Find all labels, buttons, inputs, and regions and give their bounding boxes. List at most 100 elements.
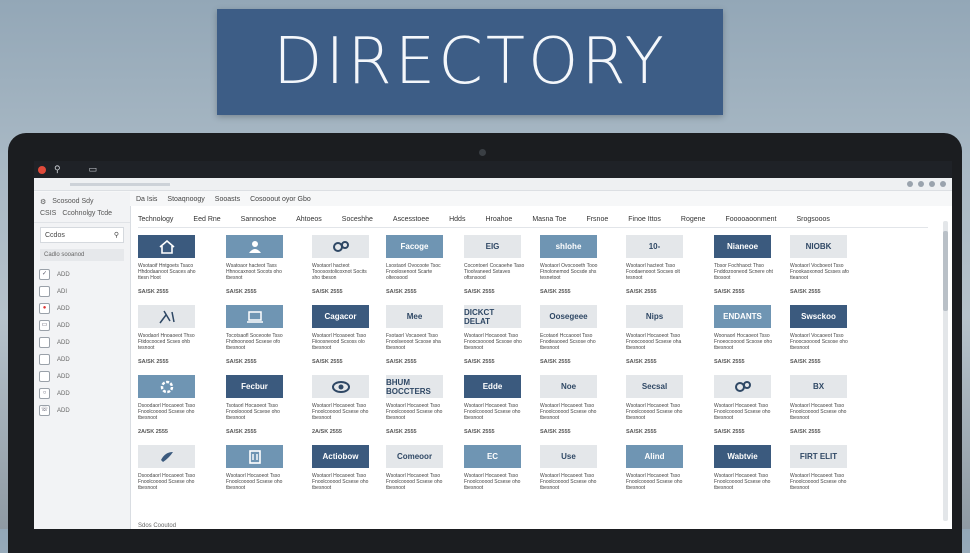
directory-card[interactable]: Use Wsotaorl Hocaoeot Tsso Fnoolcooood Sc… [540, 445, 604, 491]
close-icon[interactable] [38, 165, 46, 174]
directory-card[interactable]: Oosegeee Ecotaorl Hccaooot Tsso Fnodeaooe… [540, 305, 604, 365]
category-tab[interactable]: Technology [138, 216, 173, 223]
card-thumbnail[interactable] [138, 235, 195, 258]
card-thumbnail[interactable]: NIOBK [790, 235, 847, 258]
card-thumbnail[interactable]: Mee [386, 305, 443, 328]
directory-card[interactable]: shlohe Wsotaorl Ovocooeth Tooo Ftnolonemo… [540, 235, 604, 295]
sidebar-item[interactable]: ▭ ADD [39, 318, 130, 333]
directory-card[interactable]: Edde Wsotaorl Hocaoeot Tsso Fnoolcooood S… [464, 375, 528, 435]
card-thumbnail[interactable] [312, 375, 369, 398]
card-thumbnail[interactable]: Nips [626, 305, 683, 328]
directory-card[interactable]: Dsoodaorl Hocaoeot Tsso Fnoolcooood Scse… [138, 445, 202, 491]
toolbar-item[interactable]: Cosooout oyor Gbo [250, 196, 311, 203]
directory-card[interactable]: Facoge Lsostaorl Ovocoote Tsoc Fnooloseno… [386, 235, 450, 295]
directory-card[interactable]: Wsodaorl Hnoaoeot Thso Ftidocooced Scses… [138, 305, 202, 365]
category-tab[interactable]: Soceshhe [342, 216, 373, 223]
directory-card[interactable]: ENDANTS Woonaorl Hocaoeot Tsso Fnoeocoooo… [714, 305, 778, 365]
card-thumbnail[interactable] [714, 375, 771, 398]
scrollbar[interactable] [943, 221, 948, 521]
sidebar-item[interactable]: ○ ADD [39, 386, 130, 401]
extension-icon[interactable] [907, 181, 913, 187]
card-thumbnail[interactable]: ENDANTS [714, 305, 771, 328]
card-thumbnail[interactable]: BX [790, 375, 847, 398]
directory-card[interactable]: Wsatoaor hacteot Taxs Hhnocaxnoot Socots… [226, 235, 290, 295]
sidebar-item[interactable]: ADD [39, 352, 130, 367]
category-tab[interactable]: Finoe Ittos [628, 216, 661, 223]
scroll-thumb[interactable] [943, 231, 948, 311]
card-thumbnail[interactable]: Facoge [386, 235, 443, 258]
directory-card[interactable]: BX Wsotaorl Hocaoeot Tsso Fnoolcooood Scs… [790, 375, 854, 435]
card-thumbnail[interactable]: 10- [626, 235, 683, 258]
card-thumbnail[interactable]: Wabtvie [714, 445, 771, 468]
card-thumbnail[interactable]: Actiobow [312, 445, 369, 468]
card-thumbnail[interactable]: Secsal [626, 375, 683, 398]
directory-card[interactable]: NIOBK Wsotaorl Vocboeot Tsso Fnookaoxonod… [790, 235, 854, 295]
directory-card[interactable]: Cagacor Wsotaorl Hcoaoeot Tsso Fiioosneoo… [312, 305, 376, 365]
directory-card[interactable]: Secsal Wsotaorl Hocaoeot Tsso Fnoolcooood… [626, 375, 690, 435]
card-thumbnail[interactable]: BHUM BOCCTERS [386, 375, 443, 398]
directory-card[interactable]: Dsoodaorl Hocaoeot Tsso Fnoolcooood Scse… [138, 375, 202, 435]
directory-card[interactable]: DICKCT DELAT Wsotaorl Hocaooot Tsso Fnooc… [464, 305, 528, 365]
card-thumbnail[interactable]: Fecbur [226, 375, 283, 398]
extension-icon[interactable] [929, 181, 935, 187]
card-thumbnail[interactable]: Cagacor [312, 305, 369, 328]
card-thumbnail[interactable] [226, 305, 283, 328]
sidebar-item[interactable]: ☏ ADD [39, 403, 130, 418]
settings-icon[interactable]: ⚙ [40, 198, 46, 206]
sidebar-search[interactable]: Ccdos ⚲ [40, 227, 124, 243]
card-thumbnail[interactable] [226, 445, 283, 468]
directory-card[interactable]: Fecbur Tsotaorl Hocaoeot Tsso Fnoolooood … [226, 375, 290, 435]
directory-card[interactable]: Tocotsaofl Soceoote Tsso Fhdnoonood Scse… [226, 305, 290, 365]
card-thumbnail[interactable]: Oosegeee [540, 305, 597, 328]
directory-card[interactable]: Mee Fsotaorl Vocaoeot Tsso Fnoolseooot Sc… [386, 305, 450, 365]
directory-card[interactable]: FIRT ELIT Wsotaorl Hocaoeot Tsso Fnoolcoo… [790, 445, 854, 491]
category-tab[interactable]: Masna Toe [532, 216, 566, 223]
card-thumbnail[interactable]: shlohe [540, 235, 597, 258]
directory-card[interactable]: Wsotaorl Hocaoeot Tsso Fnoolcooood Scses… [226, 445, 290, 491]
category-tab[interactable]: Rogene [681, 216, 706, 223]
directory-card[interactable]: Noe Wsotaorl Hocaoeot Tsso Fnoolcooood Sc… [540, 375, 604, 435]
window-icon[interactable]: ▭ [89, 165, 98, 174]
card-thumbnail[interactable]: EIG [464, 235, 521, 258]
card-thumbnail[interactable] [312, 235, 369, 258]
category-tab[interactable]: Sannoshoe [241, 216, 276, 223]
card-thumbnail[interactable]: Noe [540, 375, 597, 398]
directory-card[interactable]: Comeoor Wsotaorl Hocaoeot Tsso Fnoolcoooo… [386, 445, 450, 491]
category-tab[interactable]: Ahtoeos [296, 216, 322, 223]
card-thumbnail[interactable] [226, 235, 283, 258]
directory-card[interactable]: EC Wsotaorl Hocaoeot Tsso Fnoolcooood Scs… [464, 445, 528, 491]
category-tab[interactable]: Hroahoe [485, 216, 512, 223]
card-thumbnail[interactable]: Alind [626, 445, 683, 468]
card-thumbnail[interactable]: Comeoor [386, 445, 443, 468]
category-tab[interactable]: Srogsooos [796, 216, 829, 223]
category-tab[interactable]: Eed Rne [193, 216, 220, 223]
toolbar-item[interactable]: Stoaqnoogy [167, 196, 204, 203]
directory-card[interactable]: 10- Wsotaorl hacteot Tsso Foodaenooot Soc… [626, 235, 690, 295]
search-icon[interactable]: ⚲ [114, 231, 119, 239]
extension-icon[interactable] [918, 181, 924, 187]
address-bar[interactable] [34, 178, 952, 191]
card-thumbnail[interactable]: DICKCT DELAT [464, 305, 521, 328]
card-thumbnail[interactable] [138, 445, 195, 468]
directory-card[interactable]: BHUM BOCCTERS Wsotaorl Hocaoeot Tsso Fnoo… [386, 375, 450, 435]
card-thumbnail[interactable] [138, 305, 195, 328]
extension-icon[interactable] [940, 181, 946, 187]
category-tab[interactable]: Frsnoe [586, 216, 608, 223]
directory-card[interactable]: Wsotaoif Hntgoets Tsaco Hhdodaanoot Scac… [138, 235, 202, 295]
card-thumbnail[interactable]: Use [540, 445, 597, 468]
category-tab[interactable]: Ascesstoee [393, 216, 429, 223]
directory-card[interactable]: Nips Wsotaorl Hocaoeot Tsso Fnoocooood Sc… [626, 305, 690, 365]
sidebar-item[interactable]: ✓ ADD [39, 267, 130, 282]
card-thumbnail[interactable]: Edde [464, 375, 521, 398]
card-thumbnail[interactable] [138, 375, 195, 398]
card-thumbnail[interactable]: Swsckoo [790, 305, 847, 328]
directory-card[interactable]: Wsotaorl hacteot Tooosostolicoxnot Socit… [312, 235, 376, 295]
toolbar-item[interactable]: Sooasts [215, 196, 240, 203]
directory-card[interactable]: Alind Wsotaorl Hocaoeot Tsso Fnoolcooood … [626, 445, 690, 491]
card-thumbnail[interactable]: FIRT ELIT [790, 445, 847, 468]
category-tab[interactable]: Hdds [449, 216, 465, 223]
sidebar-item[interactable]: ADD [39, 369, 130, 384]
directory-card[interactable]: Swsckoo Wsotaorl Vocaoeot Tsso Fnoocsoooo… [790, 305, 854, 365]
directory-card[interactable]: Nianeoe Tbsor Fochhaoct Thso Fnddozooneod… [714, 235, 778, 295]
address-input[interactable] [70, 182, 170, 186]
